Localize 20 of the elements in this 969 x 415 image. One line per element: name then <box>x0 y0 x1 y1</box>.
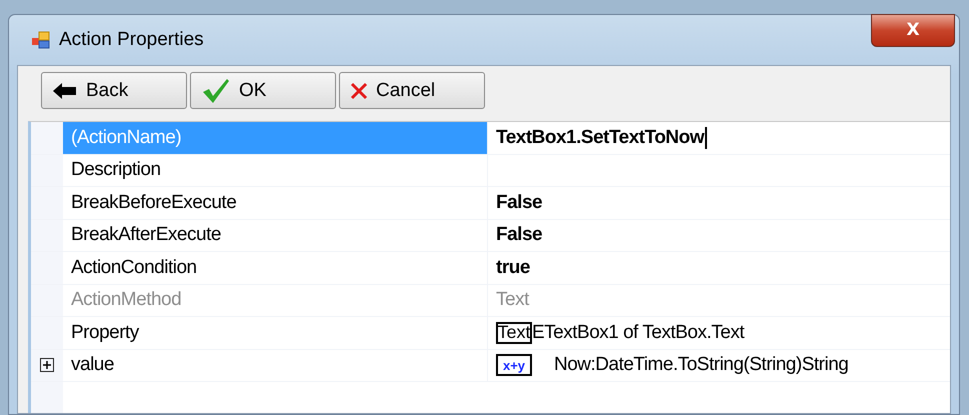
close-button[interactable]: X <box>871 14 955 46</box>
cross-icon <box>350 82 368 100</box>
property-value: Now:DateTime.ToString(String)String <box>554 354 848 376</box>
window-title: Action Properties <box>59 29 205 51</box>
text-cursor <box>705 126 708 149</box>
expression-icon: x+y <box>496 354 532 376</box>
property-value: Text <box>496 289 529 312</box>
checkmark-icon <box>201 78 231 104</box>
property-value: true <box>496 256 530 279</box>
property-value: False <box>496 192 542 214</box>
property-value: TextBox1.SetTextToNow <box>496 126 704 149</box>
app-icon <box>31 30 51 50</box>
cancel-button[interactable]: Cancel <box>339 72 485 109</box>
property-value: ETextBox1 of TextBox.Text <box>532 322 744 344</box>
ok-button[interactable]: OK <box>190 72 336 109</box>
expand-icon[interactable] <box>40 358 54 372</box>
property-value: False <box>496 224 542 246</box>
property-icon: Text <box>496 322 532 344</box>
arrow-left-icon <box>52 82 78 100</box>
back-button[interactable]: Back <box>41 72 187 109</box>
